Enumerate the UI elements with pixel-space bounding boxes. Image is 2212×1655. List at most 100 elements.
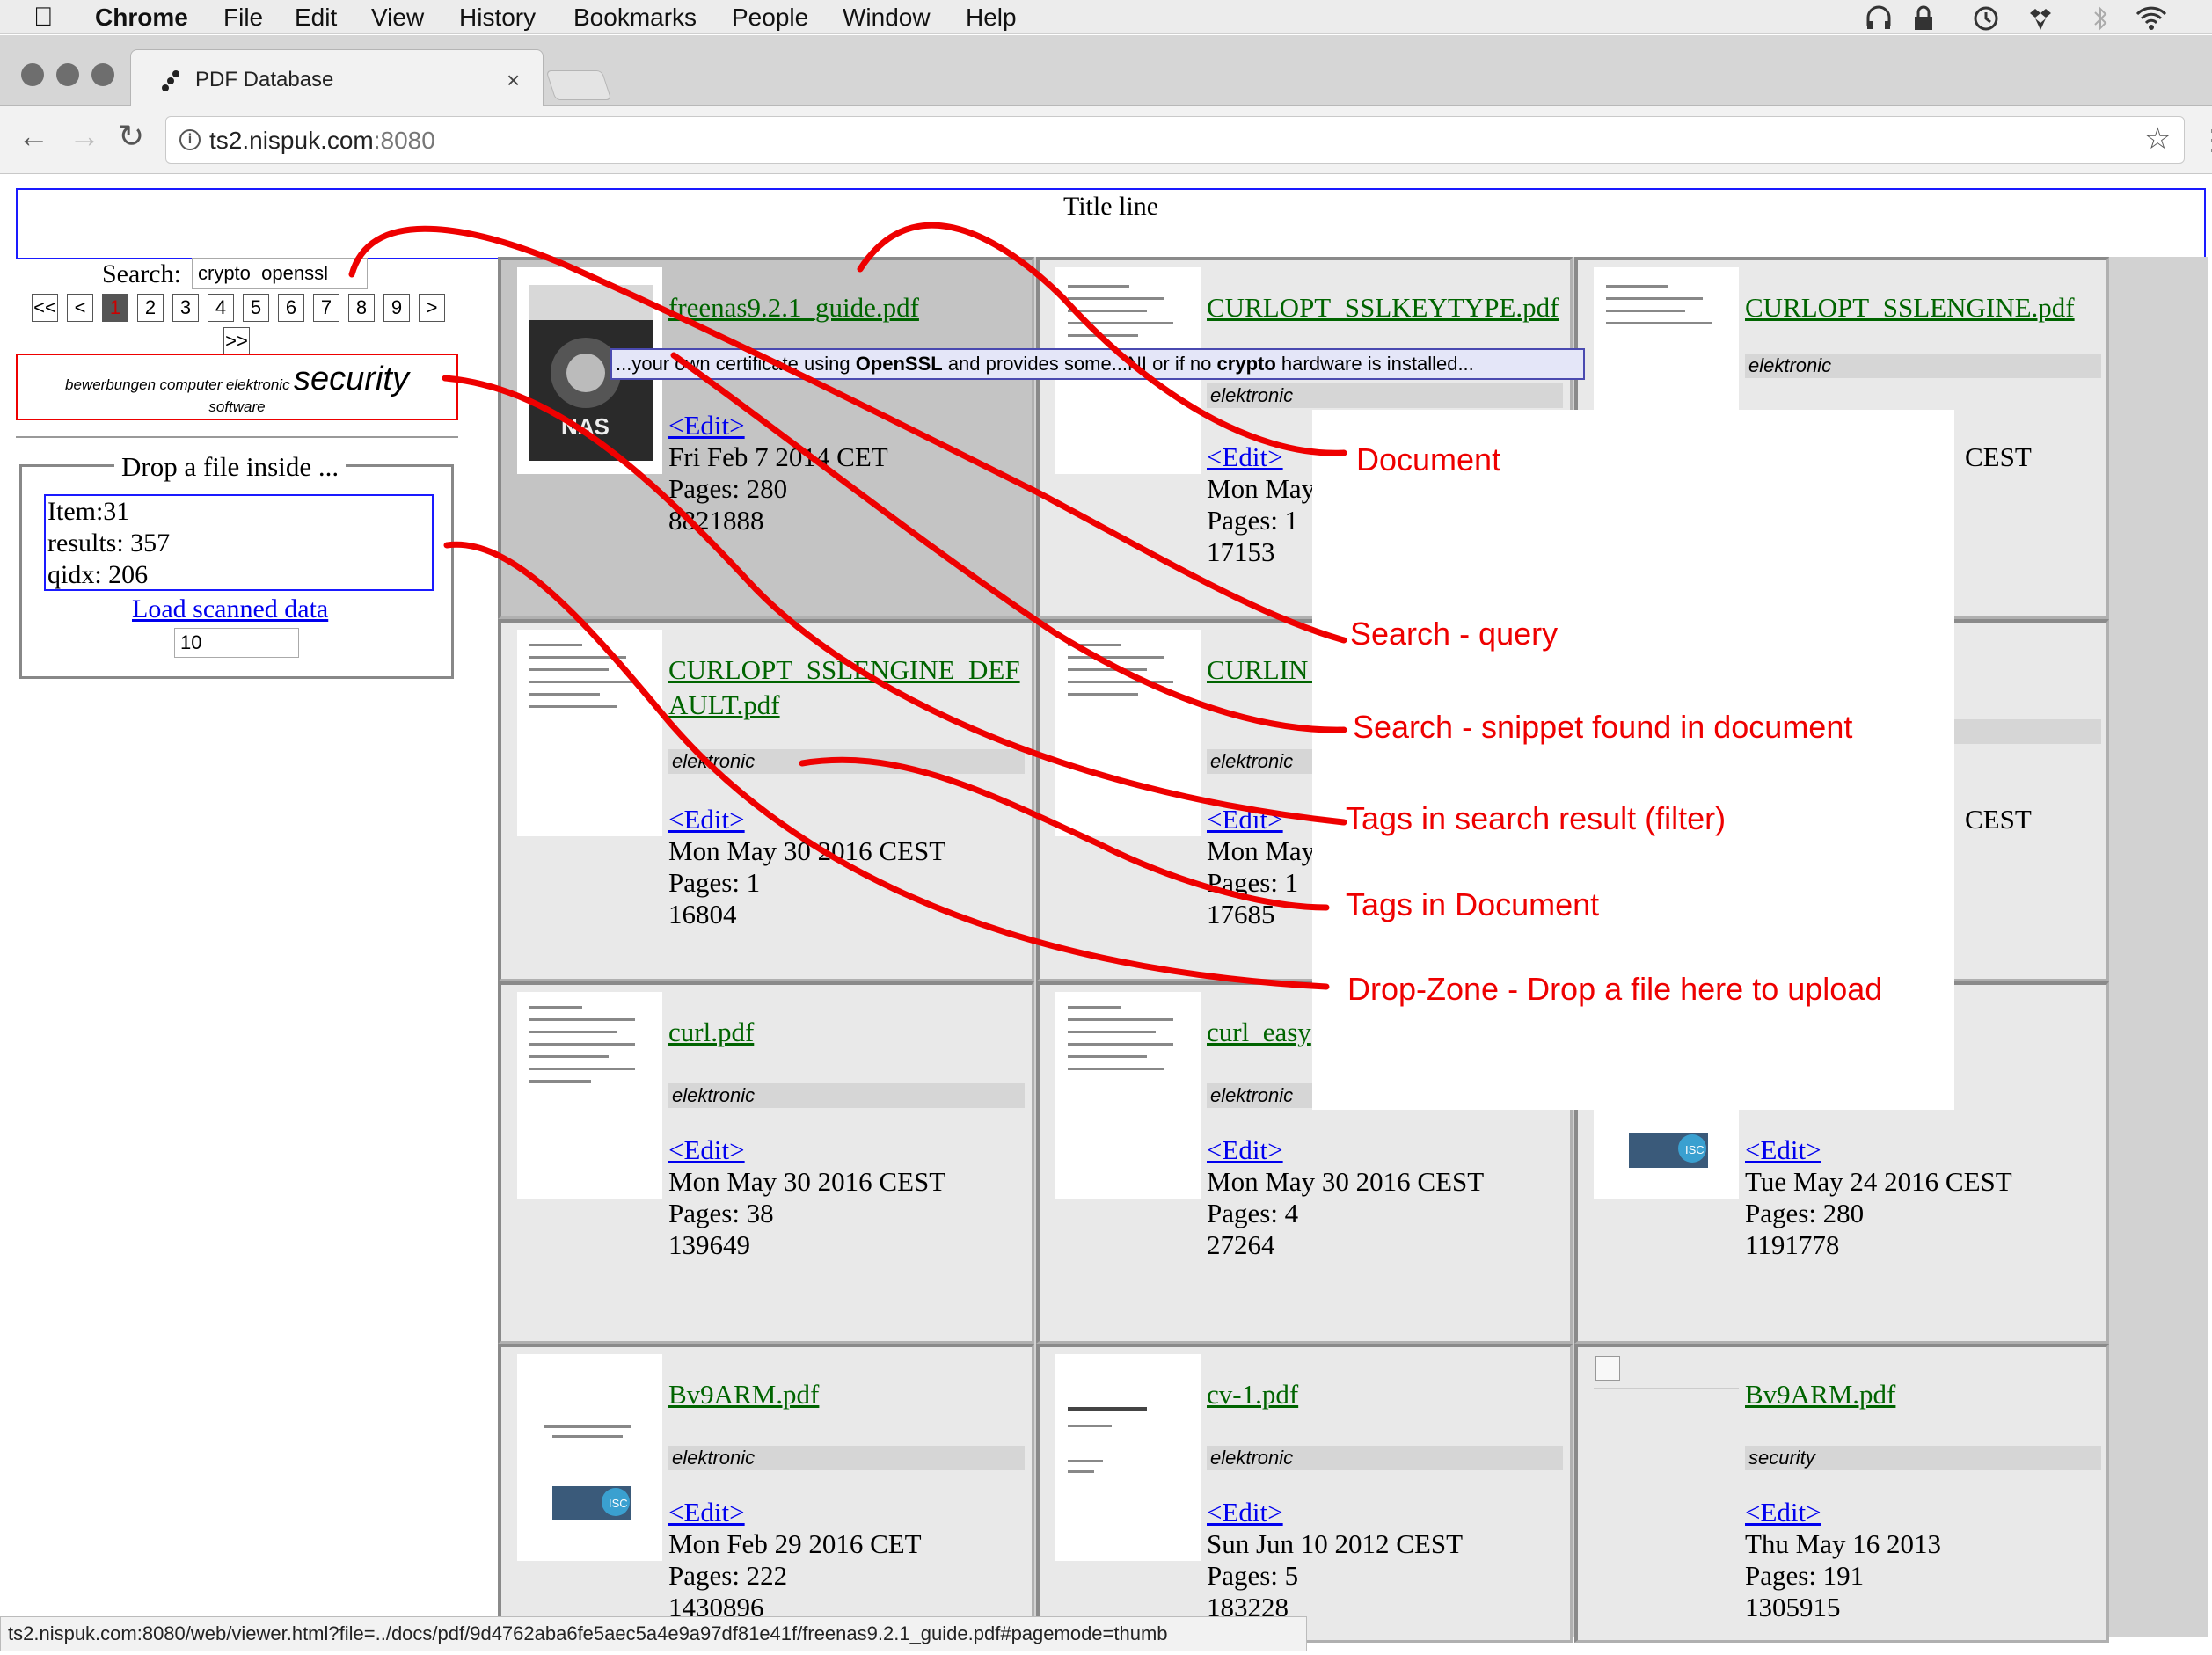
document-card[interactable]: CURLOPT_SSLENGINE_DEFAULT.pdf elektronic… xyxy=(498,619,1034,981)
document-name-link[interactable]: CURLOPT_SSLENGINE_DEFAULT.pdf xyxy=(668,653,1029,723)
document-edit-link[interactable]: <Edit> xyxy=(1207,1497,1283,1528)
pagination-last[interactable]: >> xyxy=(223,327,250,355)
apple-icon[interactable]:  xyxy=(33,2,54,33)
bookmark-star-icon[interactable]: ☆ xyxy=(2144,121,2171,157)
menu-bookmarks[interactable]: Bookmarks xyxy=(573,2,697,33)
document-name-link[interactable]: freenas9.2.1_guide.pdf xyxy=(668,290,1029,325)
tab-close-icon[interactable]: × xyxy=(507,67,520,94)
stat-item: Item:31 xyxy=(47,497,130,526)
document-thumbnail[interactable] xyxy=(517,992,662,1199)
forward-icon[interactable]: → xyxy=(69,119,100,154)
document-edit-link[interactable]: <Edit> xyxy=(668,410,745,441)
document-edit-link[interactable]: <Edit> xyxy=(1745,1134,1821,1166)
document-date: Mon May 30 2016 CEST xyxy=(1207,1166,1485,1197)
document-tag[interactable]: elektronic xyxy=(1207,1446,1563,1470)
pagination-page[interactable]: 6 xyxy=(278,294,304,322)
document-name-link[interactable]: curl.pdf xyxy=(668,1015,1029,1050)
menu-view[interactable]: View xyxy=(371,2,424,33)
load-scanned-data-link[interactable]: Load scanned data xyxy=(132,594,328,624)
url-host: ts2.nispuk.com xyxy=(209,127,374,154)
document-thumbnail[interactable]: ISC xyxy=(517,1354,662,1561)
document-edit-link[interactable]: <Edit> xyxy=(668,1497,745,1528)
reload-icon[interactable]: ↻ xyxy=(118,119,144,154)
document-edit-link[interactable]: <Edit> xyxy=(668,1134,745,1166)
document-tag[interactable]: elektronic xyxy=(668,749,1025,774)
broken-image-icon[interactable] xyxy=(1594,1354,1739,1389)
document-thumbnail[interactable] xyxy=(1055,630,1201,836)
document-tag[interactable]: elektronic xyxy=(1745,354,2101,378)
document-edit-link[interactable]: <Edit> xyxy=(668,804,745,835)
url-port: :8080 xyxy=(373,127,435,154)
tag-software[interactable]: software xyxy=(18,398,456,416)
pagination-prev[interactable]: < xyxy=(67,294,93,322)
menu-help[interactable]: Help xyxy=(966,2,1017,33)
tag-elektronic[interactable]: elektronic xyxy=(226,376,290,393)
annotation-search-query: Search - query xyxy=(1350,616,1559,652)
tag-computer[interactable]: computer xyxy=(160,376,223,393)
document-card[interactable]: ISC Bv9ARM.pdf elektronic <Edit> Mon Feb… xyxy=(498,1344,1034,1643)
drop-zone-legend: Drop a file inside ... xyxy=(114,451,347,483)
new-tab-button[interactable] xyxy=(545,70,612,100)
back-icon[interactable]: ← xyxy=(18,119,49,154)
tag-security[interactable]: security xyxy=(294,361,409,397)
divider xyxy=(16,436,458,438)
pagination-first[interactable]: << xyxy=(32,294,58,322)
dropbox-icon[interactable] xyxy=(2030,5,2051,32)
document-tag[interactable]: elektronic xyxy=(1207,383,1563,408)
menu-people[interactable]: People xyxy=(732,2,808,33)
pagination-page[interactable]: 2 xyxy=(137,294,164,322)
headphones-icon[interactable] xyxy=(1865,5,1893,32)
pagination-page[interactable]: 8 xyxy=(348,294,375,322)
document-thumbnail[interactable] xyxy=(517,630,662,836)
document-tag[interactable]: elektronic xyxy=(668,1083,1025,1108)
pagination-page-current[interactable]: 1 xyxy=(102,294,128,322)
pagination-page[interactable]: 4 xyxy=(208,294,234,322)
document-edit-link[interactable]: <Edit> xyxy=(1207,804,1283,835)
pagination-page[interactable]: 7 xyxy=(313,294,339,322)
document-name-link[interactable]: CURLOPT_SSLKEYTYPE.pdf xyxy=(1207,290,1567,325)
document-tag[interactable]: elektronic xyxy=(668,1446,1025,1470)
document-card[interactable]: cv-1.pdf elektronic <Edit> Sun Jun 10 20… xyxy=(1036,1344,1573,1643)
annotation-tags-filter: Tags in search result (filter) xyxy=(1346,800,1727,836)
menu-app-name[interactable]: Chrome xyxy=(95,2,188,33)
bluetooth-icon[interactable] xyxy=(2092,5,2109,32)
info-icon[interactable]: i xyxy=(179,129,201,150)
document-name-link[interactable]: Bv9ARM.pdf xyxy=(668,1377,1029,1412)
search-input[interactable] xyxy=(192,258,368,289)
tab-pdf-database[interactable] xyxy=(130,49,544,106)
wifi-icon[interactable] xyxy=(2135,5,2167,32)
pagination-page[interactable]: 5 xyxy=(243,294,269,322)
document-edit-link[interactable]: <Edit> xyxy=(1745,1497,1821,1528)
window-minimize-button[interactable] xyxy=(56,63,79,86)
document-tag[interactable]: security xyxy=(1745,1446,2101,1470)
document-card[interactable]: Bv9ARM.pdf security <Edit> Thu May 16 20… xyxy=(1574,1344,2109,1643)
document-name-link[interactable]: cv-1.pdf xyxy=(1207,1377,1567,1412)
pagination-next[interactable]: > xyxy=(419,294,445,322)
document-edit-link[interactable]: <Edit> xyxy=(1207,1134,1283,1166)
pagination-page[interactable]: 9 xyxy=(383,294,410,322)
time-machine-icon[interactable] xyxy=(1970,5,2000,32)
document-thumbnail[interactable] xyxy=(1055,1354,1201,1561)
window-close-button[interactable] xyxy=(21,63,44,86)
document-thumbnail[interactable] xyxy=(1055,992,1201,1199)
tag-bewerbungen[interactable]: bewerbungen xyxy=(65,376,156,393)
document-name-link[interactable]: CURLOPT_SSLENGINE.pdf xyxy=(1745,290,2106,325)
url-text[interactable]: ts2.nispuk.com:8080 xyxy=(209,127,435,155)
window-zoom-button[interactable] xyxy=(91,63,114,86)
load-count-input[interactable] xyxy=(174,628,299,658)
menu-history[interactable]: History xyxy=(459,2,536,33)
lock-icon[interactable] xyxy=(1913,5,1934,32)
address-bar[interactable] xyxy=(165,116,2185,164)
annotation-document: Document xyxy=(1356,441,1501,478)
document-card[interactable]: curl.pdf elektronic <Edit> Mon May 30 20… xyxy=(498,981,1034,1344)
document-pages: Pages: 222 xyxy=(668,1560,788,1591)
document-name-link[interactable]: Bv9ARM.pdf xyxy=(1745,1377,2106,1412)
annotation-tags-document: Tags in Document xyxy=(1346,886,1600,922)
document-card[interactable]: NAS freenas9.2.1_guide.pdf <Edit> Fri Fe… xyxy=(498,257,1034,619)
menu-window[interactable]: Window xyxy=(843,2,931,33)
pagination-page[interactable]: 3 xyxy=(172,294,199,322)
more-menu-icon[interactable]: ⋮ xyxy=(2199,123,2212,157)
menu-edit[interactable]: Edit xyxy=(295,2,337,33)
document-edit-link[interactable]: <Edit> xyxy=(1207,441,1283,473)
menu-file[interactable]: File xyxy=(223,2,263,33)
